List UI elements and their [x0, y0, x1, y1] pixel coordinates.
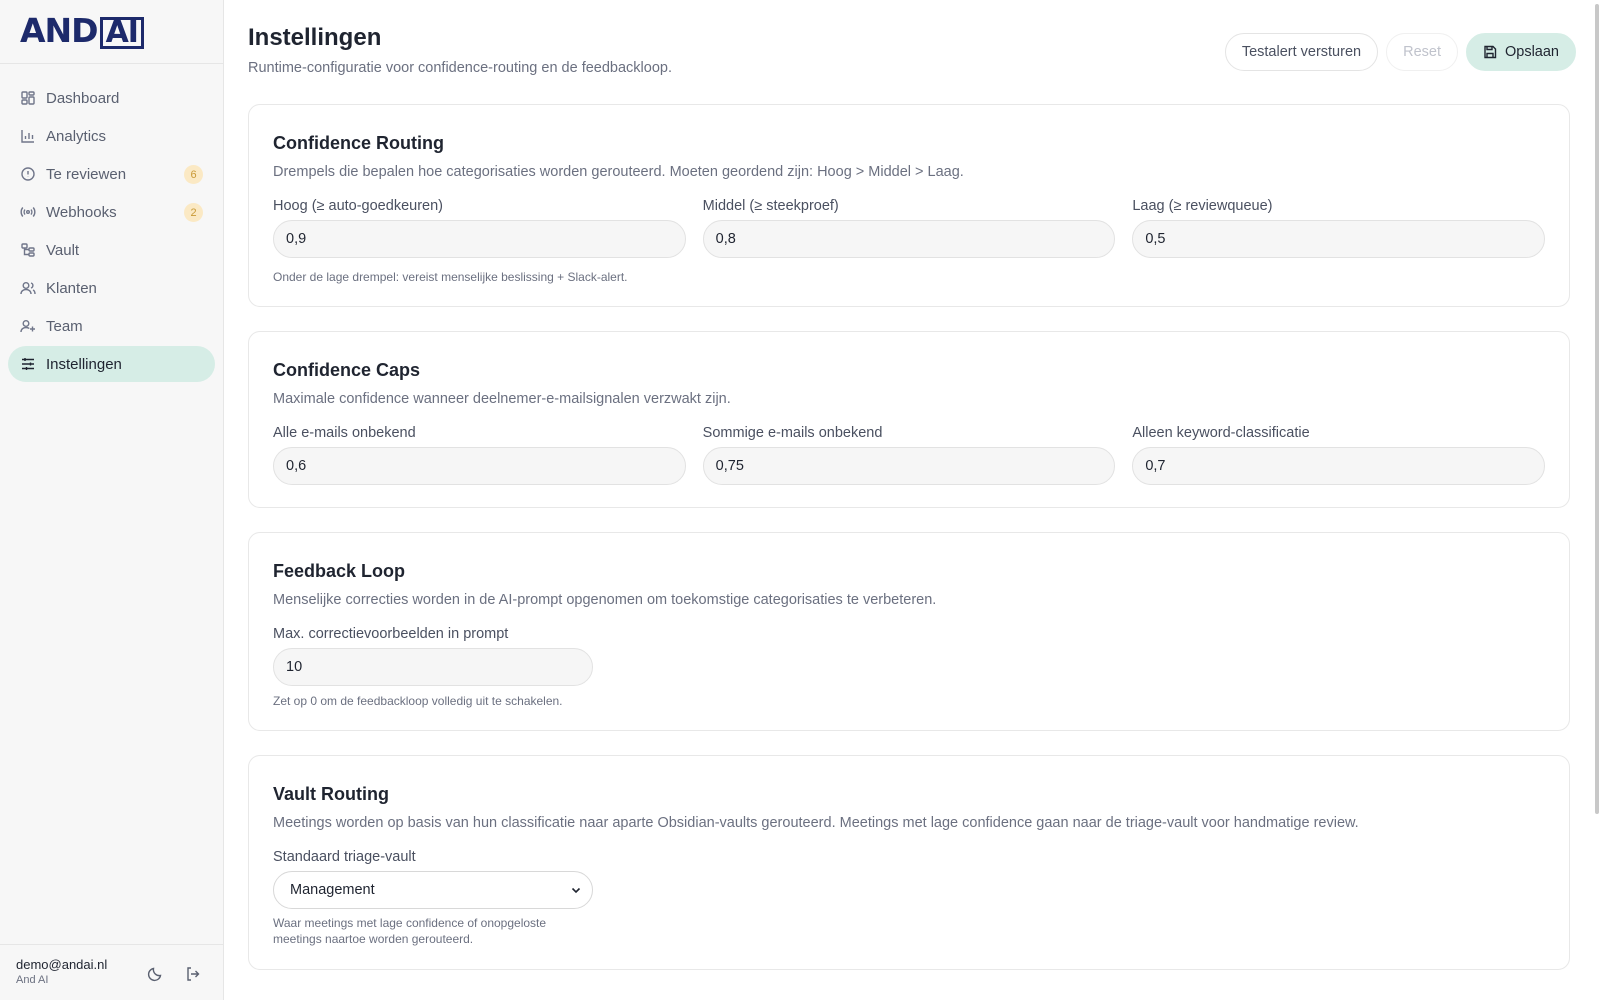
field-hint: Zet op 0 om de feedbackloop volledig uit…: [273, 694, 563, 708]
all-unknown-field: Alle e-mails onbekend 0,6: [273, 425, 686, 485]
low-threshold-field: Laag (≥ reviewqueue) 0,5: [1132, 198, 1546, 258]
card-description: Drempels die bepalen hoe categorisaties …: [273, 164, 964, 180]
field-label: Standaard triage-vault: [273, 849, 416, 865]
logo[interactable]: AND AI: [0, 0, 223, 64]
card-title: Confidence Caps: [273, 360, 421, 380]
sidebar-item-label: Instellingen: [46, 355, 122, 373]
webhooks-count-badge: 2: [184, 203, 203, 222]
page-header: Instellingen Runtime-configuratie voor c…: [248, 0, 1576, 104]
sidebar-item-te-reviewen[interactable]: Te reviewen 6: [8, 156, 215, 192]
sidebar-item-label: Te reviewen: [46, 165, 127, 183]
sidebar-item-label: Klanten: [46, 279, 97, 297]
vault-fields: Standaard triage-vault Management: [273, 849, 1545, 909]
page-scrollbar[interactable]: [1594, 0, 1600, 1000]
card-title: Vault Routing: [273, 784, 389, 804]
folder-tree-icon: [20, 242, 36, 258]
field-hint: Onder de lage drempel: vereist menselijk…: [273, 270, 628, 284]
keyword-only-input[interactable]: 0,7: [1132, 447, 1546, 485]
vault-routing-card: Vault Routing Meetings worden op basis v…: [248, 755, 1570, 970]
user-footer: demo@andai.nl And AI: [0, 944, 223, 1000]
some-unknown-field: Sommige e-mails onbekend 0,75: [702, 425, 1116, 485]
feedback-fields: Max. correctievoorbeelden in prompt 10: [273, 626, 1545, 686]
scroll-thumb[interactable]: [1595, 4, 1599, 814]
sidebar-item-label: Dashboard: [46, 89, 120, 107]
sidebar-item-vault[interactable]: Vault: [8, 232, 215, 268]
high-threshold-field: Hoog (≥ auto-goedkeuren) 0,9: [273, 198, 686, 258]
alert-circle-icon: [20, 166, 36, 182]
field-label: Max. correctievoorbeelden in prompt: [273, 626, 509, 642]
sidebar-item-analytics[interactable]: Analytics: [8, 118, 215, 154]
user-plus-icon: [20, 318, 36, 334]
field-label: Alle e-mails onbekend: [273, 425, 416, 441]
field-label: Alleen keyword-classificatie: [1132, 425, 1310, 441]
card-description: Maximale confidence wanneer deelnemer-e-…: [273, 391, 731, 407]
sidebar-item-webhooks[interactable]: Webhooks 2: [8, 194, 215, 230]
card-title: Feedback Loop: [273, 561, 406, 581]
max-examples-field: Max. correctievoorbeelden in prompt 10: [273, 626, 593, 686]
bar-chart-icon: [20, 128, 36, 144]
logout-icon[interactable]: [184, 965, 202, 983]
sliders-icon: [20, 356, 36, 372]
review-count-badge: 6: [184, 165, 203, 184]
mid-threshold-field: Middel (≥ steekproef) 0,8: [702, 198, 1116, 258]
sidebar-nav: Dashboard Analytics Te reviewen 6 Webhoo…: [0, 64, 223, 382]
main-content: Instellingen Runtime-configuratie voor c…: [224, 0, 1600, 1000]
sidebar-item-instellingen[interactable]: Instellingen: [8, 346, 215, 382]
sidebar-item-label: Vault: [46, 241, 80, 259]
user-org: And AI: [16, 974, 49, 986]
sidebar: ANDAI Dashboard Analytics Te reviewen 6: [0, 0, 224, 1000]
radio-signal-icon: [20, 204, 36, 220]
card-description: Menselijke correcties worden in de AI-pr…: [273, 592, 937, 608]
field-label: Hoog (≥ auto-goedkeuren): [273, 198, 443, 214]
some-unknown-input[interactable]: 0,75: [702, 447, 1116, 485]
max-examples-input[interactable]: 10: [273, 648, 593, 686]
sidebar-item-label: Analytics: [46, 127, 107, 145]
card-title: Confidence Routing: [273, 133, 444, 153]
feedback-loop-card: Feedback Loop Menselijke correcties word…: [248, 532, 1570, 731]
mid-threshold-input[interactable]: 0,8: [702, 220, 1116, 258]
save-floppy-icon: [1483, 45, 1497, 59]
logo-box: AI: [99, 17, 144, 49]
caps-fields: Alle e-mails onbekend 0,6 Sommige e-mail…: [273, 425, 1546, 485]
triage-vault-field: Standaard triage-vault Management: [273, 849, 593, 909]
all-unknown-input[interactable]: 0,6: [273, 447, 686, 485]
chevron-down-icon: [570, 884, 582, 900]
sidebar-item-team[interactable]: Team: [8, 308, 215, 344]
high-threshold-input[interactable]: 0,9: [273, 220, 686, 258]
low-threshold-input[interactable]: 0,5: [1132, 220, 1546, 258]
confidence-caps-card: Confidence Caps Maximale confidence wann…: [248, 331, 1570, 508]
sidebar-item-dashboard[interactable]: Dashboard: [8, 80, 215, 116]
logo-text: AND AI: [20, 14, 144, 49]
field-hint: Waar meetings met lage confidence of ono…: [273, 916, 547, 946]
routing-fields: Hoog (≥ auto-goedkeuren) 0,9 Middel (≥ s…: [273, 198, 1546, 258]
field-label: Middel (≥ steekproef): [702, 198, 839, 214]
save-button[interactable]: Opslaan: [1465, 33, 1576, 71]
user-email: demo@andai.nl: [16, 957, 108, 972]
field-label: Laag (≥ reviewqueue): [1132, 198, 1273, 214]
users-icon: [20, 280, 36, 296]
header-actions: Testalert versturen Reset Opslaan: [1224, 33, 1576, 71]
card-description: Meetings worden op basis van hun classif…: [273, 815, 1359, 831]
sidebar-item-label: Team: [46, 317, 83, 335]
triage-vault-select[interactable]: Management: [273, 871, 593, 909]
field-label: Sommige e-mails onbekend: [702, 425, 883, 441]
confidence-routing-card: Confidence Routing Drempels die bepalen …: [248, 104, 1570, 307]
save-button-label: Opslaan: [1504, 44, 1559, 60]
moon-icon[interactable]: [146, 965, 164, 983]
sidebar-item-label: Webhooks: [46, 203, 117, 221]
dashboard-grid-icon: [20, 90, 36, 106]
send-test-alert-button[interactable]: Testalert versturen: [1224, 33, 1379, 71]
select-value: Management: [290, 882, 375, 898]
sidebar-item-klanten[interactable]: Klanten: [8, 270, 215, 306]
reset-button[interactable]: Reset: [1386, 33, 1458, 71]
keyword-only-field: Alleen keyword-classificatie 0,7: [1132, 425, 1546, 485]
